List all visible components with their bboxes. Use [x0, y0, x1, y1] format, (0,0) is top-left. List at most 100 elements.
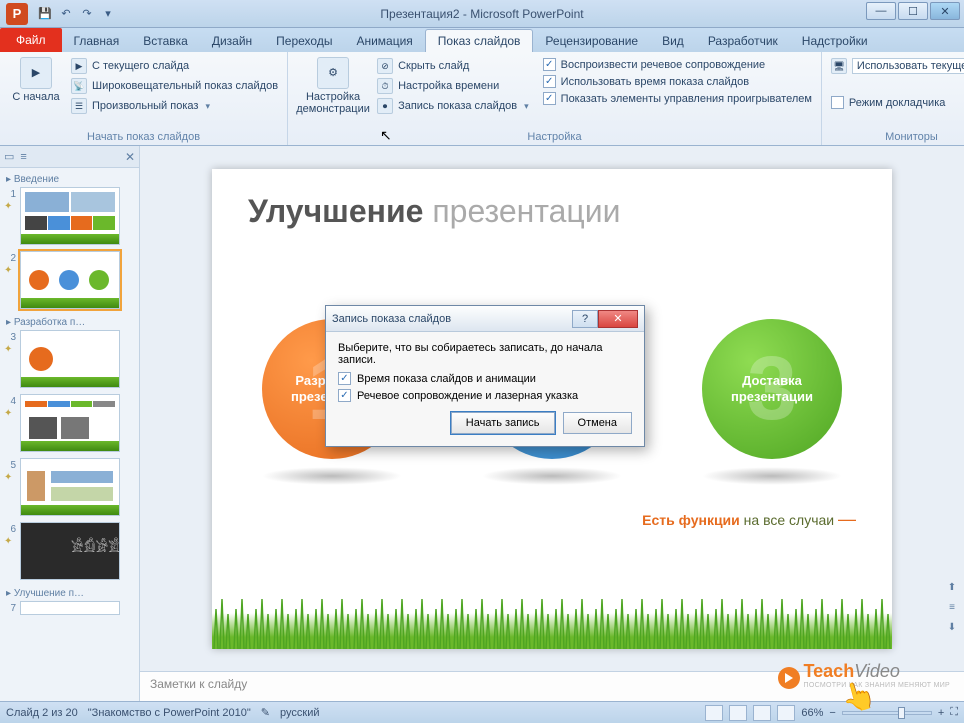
- checkbox-icon: ✓: [543, 92, 556, 105]
- undo-icon[interactable]: ↶: [57, 5, 75, 23]
- thumbnails-list[interactable]: ▸ Введение 1✦ 2✦ ▸ Разработка п… 3✦ 4✦ 5…: [0, 168, 139, 701]
- qat-more-icon[interactable]: ▾: [99, 5, 117, 23]
- custom-show-label: Произвольный показ: [92, 100, 198, 112]
- normal-view-icon[interactable]: [705, 705, 723, 721]
- zoom-out-icon[interactable]: −: [829, 707, 835, 719]
- dialog-option-narration[interactable]: ✓Речевое сопровождение и лазерная указка: [338, 389, 632, 402]
- tab-slideshow[interactable]: Показ слайдов: [425, 29, 534, 52]
- thumb-number: 5: [4, 458, 16, 471]
- monitor-select[interactable]: 🖥Использовать текуще…▾: [828, 57, 964, 75]
- dialog-instruction: Выберите, что вы собираетесь записать, д…: [338, 342, 632, 366]
- section-label: ▸ Улучшение п…: [4, 586, 133, 601]
- dialog-close-button[interactable]: ✕: [598, 310, 638, 328]
- from-beginning-button[interactable]: ▶ С начала: [6, 55, 66, 115]
- group-start-label: Начать показ слайдов: [6, 129, 281, 145]
- play-narration-label: Воспроизвести речевое сопровождение: [561, 59, 766, 71]
- use-timings-label: Использовать время показа слайдов: [561, 76, 749, 88]
- close-button[interactable]: ✕: [930, 2, 960, 20]
- tab-design[interactable]: Дизайн: [200, 30, 264, 52]
- minimize-button[interactable]: —: [866, 2, 896, 20]
- zoom-in-icon[interactable]: +: [938, 707, 944, 719]
- thumbnail[interactable]: [20, 601, 120, 615]
- dialog-help-button[interactable]: ?: [572, 310, 598, 328]
- maximize-button[interactable]: ☐: [898, 2, 928, 20]
- thumbnail[interactable]: [20, 187, 120, 245]
- panel-close-icon[interactable]: ✕: [125, 150, 135, 164]
- title-bar: P 💾 ↶ ↷ ▾ Презентация2 - Microsoft Power…: [0, 0, 964, 28]
- presenter-view-checkbox[interactable]: Режим докладчика: [828, 95, 964, 110]
- setup-show-button[interactable]: ⚙ Настройка демонстрации: [294, 55, 372, 117]
- group-monitors: 🖥Использовать текуще…▾ Режим докладчика …: [822, 52, 964, 145]
- tab-addins[interactable]: Надстройки: [790, 30, 880, 52]
- sorter-view-icon[interactable]: [729, 705, 747, 721]
- status-language[interactable]: русский: [280, 707, 319, 719]
- next-slide-icon[interactable]: ⬇: [944, 619, 960, 635]
- slide-tagline: Есть функции на все случаи —: [642, 509, 856, 530]
- reading-view-icon[interactable]: [753, 705, 771, 721]
- tab-file[interactable]: Файл: [0, 28, 62, 52]
- play-narration-checkbox[interactable]: ✓Воспроизвести речевое сопровождение: [540, 57, 815, 72]
- show-controls-checkbox[interactable]: ✓ Показать элементы управления проигрыват…: [540, 91, 815, 106]
- tab-view[interactable]: Вид: [650, 30, 696, 52]
- broadcast-button[interactable]: 📡Широковещательный показ слайдов: [68, 77, 281, 95]
- thumb-number: 6: [4, 522, 16, 535]
- thumbnail[interactable]: 𓀀𓀁𓀂𓀃: [20, 522, 120, 580]
- animation-marker-icon: ✦: [4, 536, 16, 547]
- broadcast-icon: 📡: [71, 78, 87, 94]
- use-timings-checkbox[interactable]: ✓ Использовать время показа слайдов: [540, 74, 815, 89]
- thumbnail[interactable]: [20, 458, 120, 516]
- tab-insert[interactable]: Вставка: [131, 30, 200, 52]
- tab-review[interactable]: Рецензирование: [533, 30, 650, 52]
- dialog-title: Запись показа слайдов: [332, 313, 451, 325]
- redo-icon[interactable]: ↷: [78, 5, 96, 23]
- checkbox-icon: ✓: [543, 75, 556, 88]
- checkbox-icon: ✓: [338, 372, 351, 385]
- tab-home[interactable]: Главная: [62, 30, 132, 52]
- slideshow-view-icon[interactable]: [777, 705, 795, 721]
- animation-marker-icon: ✦: [4, 472, 16, 483]
- circle-3: 3Доставкапрезентации: [702, 319, 842, 459]
- animation-marker-icon: ✦: [4, 265, 16, 276]
- dialog-opt1-label: Время показа слайдов и анимации: [357, 373, 536, 385]
- thumb-number: 4: [4, 394, 16, 407]
- slides-tab-icon[interactable]: ▭: [4, 150, 14, 163]
- cancel-button[interactable]: Отмена: [563, 412, 632, 434]
- tab-transitions[interactable]: Переходы: [264, 30, 344, 52]
- group-start-slideshow: ▶ С начала ▶ С текущего слайда 📡Широковещ…: [0, 52, 288, 145]
- section-label: ▸ Введение: [4, 172, 133, 187]
- dialog-titlebar[interactable]: Запись показа слайдов ? ✕: [326, 306, 644, 332]
- slide-icon: ▶: [71, 58, 87, 74]
- thumbnail[interactable]: [20, 330, 120, 388]
- rehearse-button[interactable]: ⏱Настройка времени: [374, 77, 532, 95]
- setup-show-label: Настройка демонстрации: [296, 91, 370, 115]
- from-current-label: С текущего слайда: [92, 60, 189, 72]
- show-controls-label: Показать элементы управления проигрывате…: [561, 93, 812, 105]
- section-label: ▸ Разработка п…: [4, 315, 133, 330]
- hide-slide-button[interactable]: ⊘Скрыть слайд: [374, 57, 532, 75]
- start-recording-button[interactable]: Начать запись: [451, 412, 555, 434]
- thumbnail[interactable]: [20, 394, 120, 452]
- checkbox-icon: ✓: [338, 389, 351, 402]
- status-bar: Слайд 2 из 20 "Знакомство с PowerPoint 2…: [0, 701, 964, 723]
- record-show-label: Запись показа слайдов: [398, 100, 517, 112]
- nav-menu-icon[interactable]: ≡: [944, 599, 960, 615]
- monitor-select-value: Использовать текуще…: [857, 60, 964, 72]
- outline-tab-icon[interactable]: ≡: [20, 151, 26, 163]
- thumbnail[interactable]: [20, 251, 120, 309]
- slide-panel: ▭ ≡ ✕ ▸ Введение 1✦ 2✦ ▸ Разработка п… 3…: [0, 146, 140, 701]
- custom-show-button[interactable]: ☰Произвольный показ▾: [68, 97, 281, 115]
- window-title: Презентация2 - Microsoft PowerPoint: [380, 7, 583, 21]
- record-show-button[interactable]: ⏺Запись показа слайдов▾: [374, 97, 532, 115]
- spellcheck-icon[interactable]: ✎: [261, 706, 270, 719]
- fit-window-icon[interactable]: ⛶: [950, 706, 958, 719]
- group-setup-label: Настройка: [294, 129, 815, 145]
- save-icon[interactable]: 💾: [36, 5, 54, 23]
- ribbon: ▶ С начала ▶ С текущего слайда 📡Широковещ…: [0, 52, 964, 146]
- prev-slide-icon[interactable]: ⬆: [944, 579, 960, 595]
- dialog-option-timings[interactable]: ✓ Время показа слайдов и анимации: [338, 372, 632, 385]
- tab-developer[interactable]: Разработчик: [696, 30, 790, 52]
- tab-animation[interactable]: Анимация: [344, 30, 424, 52]
- from-current-button[interactable]: ▶ С текущего слайда: [68, 57, 281, 75]
- group-monitors-label: Мониторы: [828, 129, 964, 145]
- checkbox-icon: [831, 96, 844, 109]
